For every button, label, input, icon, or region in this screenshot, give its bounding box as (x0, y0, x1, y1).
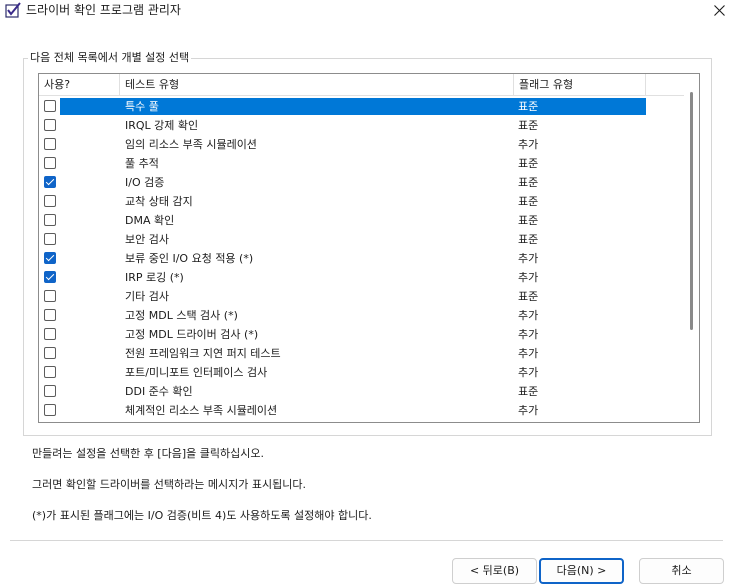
title-bar: 드라이버 확인 프로그램 관리자 (0, 0, 735, 20)
list-item[interactable]: IRQL 강제 확인 표준 (39, 116, 684, 135)
enable-checkbox[interactable] (44, 195, 56, 207)
enable-checkbox[interactable] (44, 119, 56, 131)
test-type-label: 체계적인 리소스 부족 시뮬레이션 (125, 404, 278, 417)
list-item[interactable]: 풀 추적 표준 (39, 154, 684, 173)
test-type-label: 포트/미니포트 인터페이스 검사 (125, 366, 268, 379)
cancel-button[interactable]: 취소 (639, 558, 724, 584)
column-header-test-type[interactable]: 테스트 유형 (120, 74, 514, 96)
flag-type-label: 표준 (518, 176, 539, 189)
list-item[interactable]: 보안 검사 표준 (39, 230, 684, 249)
list-item[interactable]: 고정 MDL 스택 검사 (*) 추가 (39, 306, 684, 325)
test-type-label: 고정 MDL 드라이버 검사 (*) (125, 328, 259, 341)
enable-checkbox[interactable] (44, 233, 56, 245)
enable-checkbox[interactable] (44, 252, 56, 264)
list-item[interactable]: 기타 검사 표준 (39, 287, 684, 306)
enable-checkbox[interactable] (44, 157, 56, 169)
enable-checkbox[interactable] (44, 328, 56, 340)
flag-type-label: 추가 (518, 309, 539, 322)
info-text-select: 만들려는 설정을 선택한 후 [다음]을 클릭하십시오. (32, 447, 264, 460)
list-item[interactable]: IRP 로깅 (*) 추가 (39, 268, 684, 287)
list-item[interactable]: 교착 상태 감지 표준 (39, 192, 684, 211)
list-item[interactable]: 특수 풀 표준 (39, 97, 684, 116)
flag-type-label: 추가 (518, 328, 539, 341)
flag-type-label: 표준 (518, 214, 539, 227)
group-legend: 다음 전체 목록에서 개별 설정 선택 (28, 51, 192, 65)
test-type-label: IRP 로깅 (*) (125, 271, 184, 284)
list-item[interactable]: 전원 프레임워크 지연 퍼지 테스트 추가 (39, 344, 684, 363)
footer-divider (10, 540, 723, 541)
test-type-label: 기타 검사 (125, 290, 169, 303)
test-type-label: 특수 풀 (125, 100, 159, 113)
flag-type-label: 추가 (518, 347, 539, 360)
test-type-label: 보안 검사 (125, 233, 169, 246)
info-text-note: (*)가 표시된 플래그에는 I/O 검증(비트 4)도 사용하도록 설정해야 … (32, 509, 372, 522)
list-item[interactable]: I/O 검증 표준 (39, 173, 684, 192)
test-type-label: 전원 프레임워크 지연 퍼지 테스트 (125, 347, 281, 360)
test-type-label: 보류 중인 I/O 요청 적용 (*) (125, 252, 254, 265)
settings-list[interactable]: 사용? 테스트 유형 플래그 유형 특수 풀 표준 IRQL 강제 확인 표준 임의 리… (38, 73, 700, 423)
flag-type-label: 표준 (518, 290, 539, 303)
test-type-label: IRQL 강제 확인 (125, 119, 199, 132)
back-button[interactable]: < 뒤로(B) (452, 558, 537, 584)
flag-type-label: 추가 (518, 366, 539, 379)
list-item[interactable]: 보류 중인 I/O 요청 적용 (*) 추가 (39, 249, 684, 268)
close-button[interactable] (704, 0, 735, 20)
flag-type-label: 표준 (518, 385, 539, 398)
enable-checkbox[interactable] (44, 404, 56, 416)
list-item[interactable]: DDI 준수 확인 표준 (39, 382, 684, 401)
test-type-label: 풀 추적 (125, 157, 159, 170)
list-item[interactable]: 포트/미니포트 인터페이스 검사 추가 (39, 363, 684, 382)
flag-type-label: 추가 (518, 138, 539, 151)
column-header-flag-type[interactable]: 플래그 유형 (514, 74, 646, 96)
flag-type-label: 추가 (518, 404, 539, 417)
next-button[interactable]: 다음(N) > (539, 558, 624, 584)
test-type-label: DDI 준수 확인 (125, 385, 193, 398)
list-header: 사용? 테스트 유형 플래그 유형 (39, 74, 684, 96)
test-type-label: DMA 확인 (125, 214, 175, 227)
test-type-label: 고정 MDL 스택 검사 (*) (125, 309, 238, 322)
flag-type-label: 추가 (518, 271, 539, 284)
enable-checkbox[interactable] (44, 138, 56, 150)
test-type-label: 교착 상태 감지 (125, 195, 193, 208)
test-type-label: 임의 리소스 부족 시뮬레이션 (125, 138, 257, 151)
enable-checkbox[interactable] (44, 385, 56, 397)
driver-verifier-checkmark-icon (5, 2, 21, 18)
flag-type-label: 표준 (518, 100, 539, 113)
list-item[interactable]: 고정 MDL 드라이버 검사 (*) 추가 (39, 325, 684, 344)
list-item[interactable]: 임의 리소스 부족 시뮬레이션 추가 (39, 135, 684, 154)
enable-checkbox[interactable] (44, 214, 56, 226)
column-header-enabled[interactable]: 사용? (39, 74, 120, 96)
enable-checkbox[interactable] (44, 366, 56, 378)
enable-checkbox[interactable] (44, 290, 56, 302)
enable-checkbox[interactable] (44, 176, 56, 188)
enable-checkbox[interactable] (44, 347, 56, 359)
flag-type-label: 표준 (518, 119, 539, 132)
scrollbar-thumb[interactable] (690, 92, 693, 330)
flag-type-label: 표준 (518, 195, 539, 208)
flag-type-label: 표준 (518, 233, 539, 246)
enable-checkbox[interactable] (44, 100, 56, 112)
vertical-scrollbar[interactable] (684, 74, 699, 422)
enable-checkbox[interactable] (44, 271, 56, 283)
flag-type-label: 추가 (518, 252, 539, 265)
close-icon (714, 4, 725, 16)
test-type-label: I/O 검증 (125, 176, 165, 189)
flag-type-label: 표준 (518, 157, 539, 170)
enable-checkbox[interactable] (44, 309, 56, 321)
list-item[interactable]: 체계적인 리소스 부족 시뮬레이션 추가 (39, 401, 684, 420)
info-text-prompt: 그러면 확인할 드라이버를 선택하라는 메시지가 표시됩니다. (32, 478, 306, 491)
window-title: 드라이버 확인 프로그램 관리자 (26, 3, 181, 17)
list-item[interactable]: DMA 확인 표준 (39, 211, 684, 230)
